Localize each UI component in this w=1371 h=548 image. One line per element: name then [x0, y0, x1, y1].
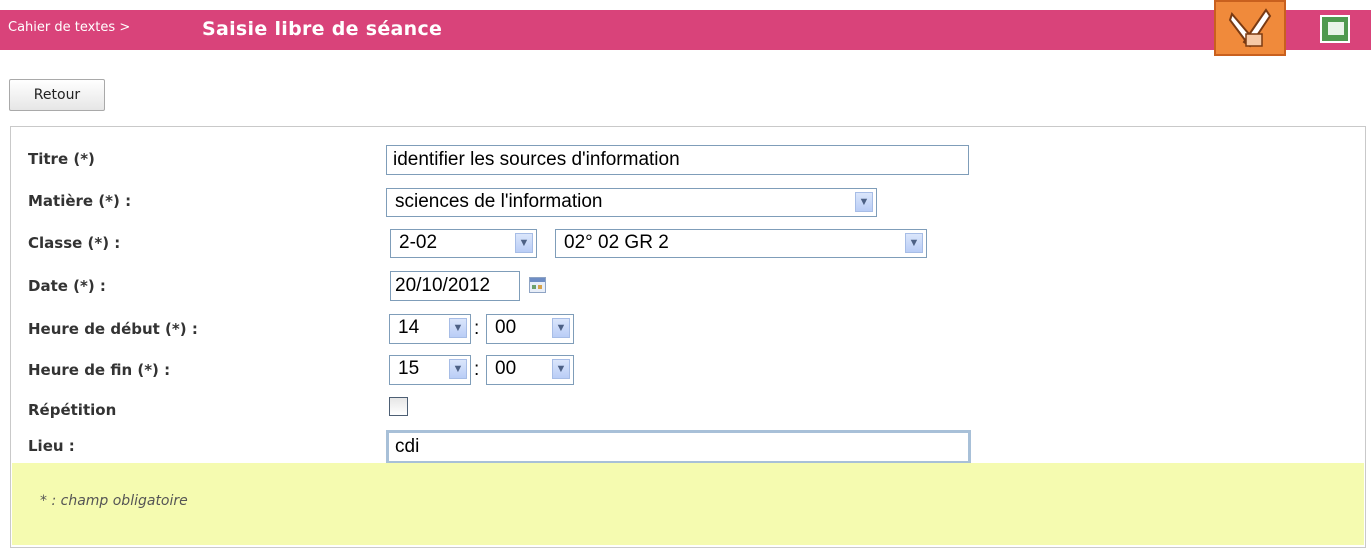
maximize-icon[interactable]: [1320, 15, 1350, 43]
end-time-label: Heure de fin (*) :: [28, 361, 171, 379]
app-edit-icon[interactable]: [1214, 0, 1286, 56]
breadcrumb[interactable]: Cahier de textes >: [8, 20, 130, 35]
date-label: Date (*) :: [28, 277, 106, 295]
start-minute-select[interactable]: 00 ▼: [486, 314, 574, 344]
calendar-icon[interactable]: [529, 277, 546, 293]
date-input[interactable]: 20/10/2012: [390, 271, 520, 301]
title-input-value: identifier les sources d'information: [393, 149, 680, 170]
subject-label: Matière (*) :: [28, 192, 132, 210]
end-hour-value: 15: [398, 358, 420, 379]
subject-select[interactable]: sciences de l'information ▼: [386, 188, 877, 217]
start-time-label: Heure de début (*) :: [28, 320, 198, 338]
repetition-checkbox[interactable]: [389, 397, 408, 416]
chevron-down-icon[interactable]: ▼: [449, 318, 467, 338]
chevron-down-icon[interactable]: ▼: [552, 359, 570, 379]
end-minute-value: 00: [495, 358, 517, 379]
repetition-label: Répétition: [28, 401, 117, 419]
end-minute-select[interactable]: 00 ▼: [486, 355, 574, 385]
start-hour-value: 14: [398, 317, 420, 338]
chevron-down-icon[interactable]: ▼: [449, 359, 467, 379]
class-select[interactable]: 2-02 ▼: [390, 229, 537, 258]
required-note: * : champ obligatoire: [12, 463, 1364, 545]
chevron-down-icon[interactable]: ▼: [552, 318, 570, 338]
required-note-text: * : champ obligatoire: [40, 493, 188, 509]
end-hour-select[interactable]: 15 ▼: [389, 355, 471, 385]
date-input-value: 20/10/2012: [395, 275, 491, 296]
back-button[interactable]: Retour: [9, 79, 105, 111]
chevron-down-icon[interactable]: ▼: [855, 192, 873, 212]
location-input[interactable]: cdi: [386, 430, 971, 464]
location-input-value: cdi: [395, 436, 420, 457]
class-select-value: 2-02: [399, 232, 438, 253]
time-separator: :: [474, 318, 480, 339]
time-separator: :: [474, 359, 480, 380]
subject-select-value: sciences de l'information: [395, 191, 603, 212]
group-select-value: 02° 02 GR 2: [564, 232, 669, 253]
page-title: Saisie libre de séance: [202, 18, 443, 40]
chevron-down-icon[interactable]: ▼: [515, 233, 533, 253]
title-label: Titre (*): [28, 150, 95, 168]
chevron-down-icon[interactable]: ▼: [905, 233, 923, 253]
title-input[interactable]: identifier les sources d'information: [386, 145, 969, 175]
page-header: Cahier de textes > Saisie libre de séanc…: [0, 10, 1371, 50]
start-hour-select[interactable]: 14 ▼: [389, 314, 471, 344]
class-label: Classe (*) :: [28, 234, 121, 252]
group-select[interactable]: 02° 02 GR 2 ▼: [555, 229, 927, 258]
location-label: Lieu :: [28, 437, 75, 455]
start-minute-value: 00: [495, 317, 517, 338]
